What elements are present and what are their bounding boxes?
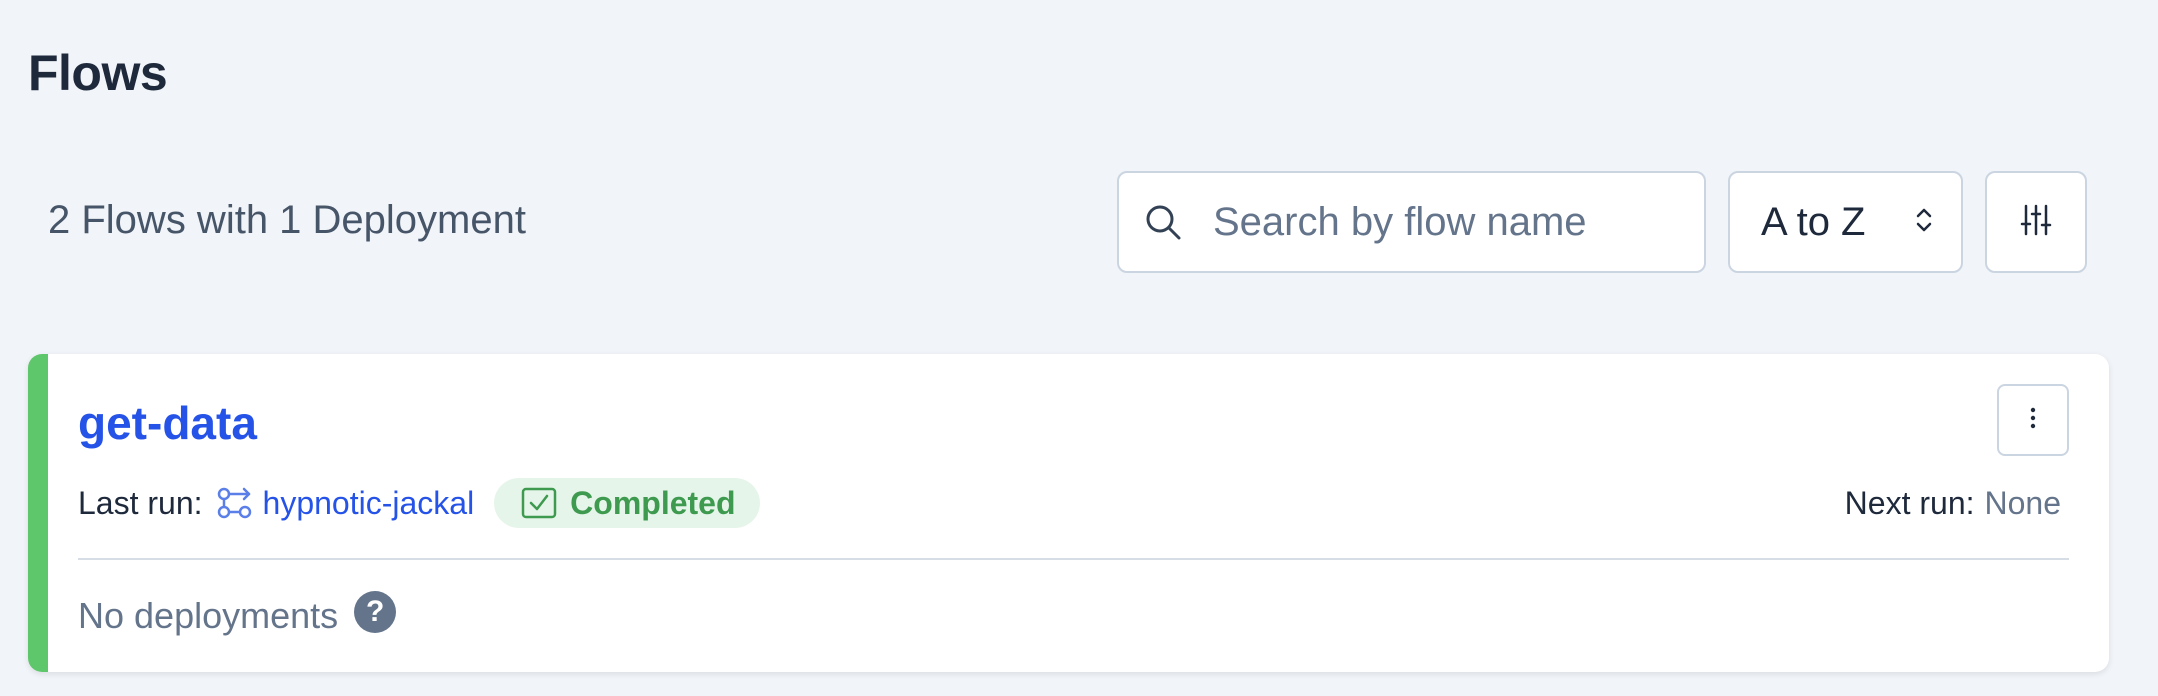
last-run-label: Last run: <box>78 484 203 521</box>
flow-state-stripe <box>28 354 48 672</box>
flow-menu-button[interactable] <box>1997 384 2069 456</box>
search-input[interactable] <box>1213 199 1653 245</box>
last-run-link[interactable]: hypnotic-jackal <box>263 485 475 522</box>
check-square-icon <box>520 484 558 522</box>
state-badge-label: Completed <box>570 484 736 521</box>
last-run-row: Last run: hypnotic-jackal Completed <box>78 478 760 528</box>
sort-select[interactable]: A to Z <box>1728 171 1963 273</box>
state-badge: Completed <box>494 478 760 528</box>
filter-button[interactable] <box>1985 171 2087 273</box>
no-deployments-text: No deployments <box>78 595 339 636</box>
card-divider <box>78 558 2069 560</box>
kebab-menu-icon <box>2029 406 2037 435</box>
sliders-icon <box>2019 203 2053 242</box>
flow-card: get-data Last run: hypnotic-jackal Compl… <box>28 354 2109 672</box>
next-run-label: Next run: <box>1844 484 1975 521</box>
search-icon <box>1143 202 1183 242</box>
deployments-row: No deployments ? <box>78 590 397 642</box>
question-icon[interactable]: ? <box>354 591 397 633</box>
next-run: Next run: None <box>1845 478 2061 528</box>
page-title: Flows <box>28 45 168 101</box>
flow-run-icon <box>215 484 253 522</box>
flows-page: Flows 2 Flows with 1 Deployment A to Z <box>0 0 2158 696</box>
flows-summary: 2 Flows with 1 Deployment <box>48 198 526 242</box>
sort-selected-value: A to Z <box>1761 199 1866 244</box>
flow-name-link[interactable]: get-data <box>78 396 257 450</box>
chevron-up-down-icon <box>1915 205 1933 240</box>
search-box[interactable] <box>1117 171 1706 273</box>
next-run-value: None <box>1984 484 2062 521</box>
